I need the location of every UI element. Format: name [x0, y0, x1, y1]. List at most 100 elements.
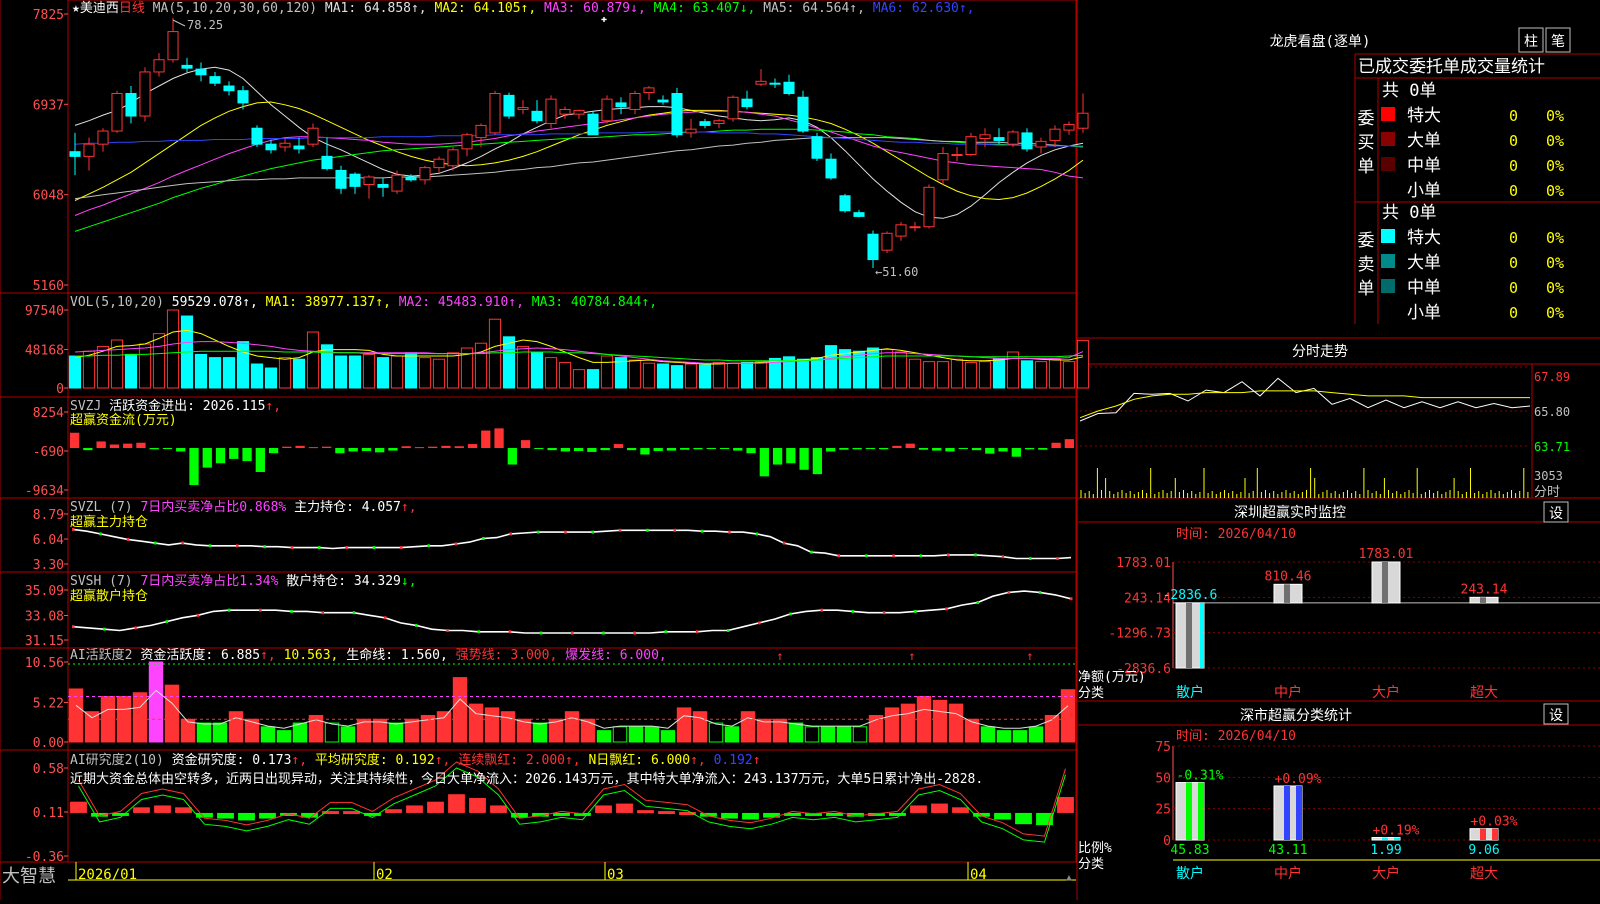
signal-arrow: ↑ [776, 649, 783, 663]
candle-body [531, 110, 543, 122]
x-axis-label: 02 [376, 867, 393, 883]
szcls-category: 中户 [1274, 865, 1302, 882]
volume-bar [908, 358, 922, 389]
szcls-value-label: 1.99 [1370, 843, 1401, 858]
candle-body [391, 174, 403, 192]
lock-icon[interactable]: ▲ [1066, 873, 1072, 883]
main-force-line-dot [1028, 557, 1032, 561]
y-tick-label: 0.58 [33, 762, 64, 777]
candle-body [797, 96, 809, 132]
buy-row-pct: 0% [1546, 107, 1564, 125]
y-tick-label: 0.11 [33, 806, 64, 821]
header-part: 资金研究度: 0.173 [172, 752, 292, 768]
buy-row-count: 0 [1509, 107, 1518, 125]
candle-body [1035, 140, 1047, 148]
retail-line-dot [290, 609, 293, 613]
retail-line-dot [196, 613, 200, 617]
retail-line-dot [602, 631, 605, 635]
buy-swatch [1381, 132, 1395, 146]
volume-bar [152, 333, 166, 389]
header-part: ↑, [435, 753, 458, 768]
header-part: 主力持仓: 4.057 [294, 500, 401, 515]
fund-flow-bar [321, 446, 332, 448]
header-part: 生命线: 1.560, [346, 647, 455, 663]
candle-body [237, 90, 249, 104]
fund-flow-bar [573, 447, 584, 452]
main-force-line-dot [892, 554, 895, 558]
volume-bar [852, 350, 866, 389]
activity-bar [820, 726, 836, 743]
szcls-bar-core [1284, 785, 1290, 840]
candle-body [629, 93, 641, 110]
fund-flow-bar [613, 444, 624, 448]
header-part: MA5: 64.564↑, [763, 1, 873, 16]
volume-bar [222, 357, 236, 389]
header-part: MA2: 64.105↑, [434, 1, 544, 16]
retail-line-dot [539, 631, 543, 635]
activity-bar [132, 692, 148, 743]
fund-flow-bar [401, 446, 411, 448]
candle-body [335, 169, 347, 189]
header-part: SVZJ [70, 399, 109, 414]
fund-flow-bar [441, 445, 451, 448]
fund-flow-bar [242, 447, 252, 462]
volume-bar [362, 353, 376, 389]
fund-flow-bar [666, 447, 677, 451]
sell-row-name: 小单 [1407, 303, 1441, 323]
y-tick-label: -690 [33, 445, 64, 460]
activity-bar [644, 726, 660, 743]
candle-body [895, 224, 907, 237]
header-part: 美迪西 [80, 1, 119, 16]
main-chart-svg[interactable]: 7825 6937 6048 5160 78.25 ←51.60 ★美迪西日线 MA(5,1… [0, 0, 1600, 900]
szmon-y-tick: -1296.73 [1108, 627, 1171, 642]
sell-swatch [1381, 254, 1395, 268]
candle-body [643, 87, 655, 94]
main-force-line-dot [290, 546, 294, 550]
fund-flow-bar [348, 447, 358, 452]
fund-flow-bar [428, 446, 438, 448]
szcls-xlabel: 分类 [1078, 857, 1104, 872]
research-bar [175, 807, 192, 813]
header-part: MA2: 45483.910↑, [399, 295, 532, 310]
main-force-line-dot [509, 532, 512, 536]
szmon-bar-label: -2836.6 [1163, 588, 1218, 603]
research-bar [238, 812, 255, 821]
fund-flow-bar [600, 447, 610, 451]
activity-bar [260, 726, 276, 743]
volume-bar [922, 361, 936, 389]
volume-bar [628, 359, 642, 389]
fund-flow-bar [839, 447, 849, 450]
research-bar [385, 809, 402, 813]
ai-activity-header: AI活跃度2 资金活跃度: 6.885↑, 10.563, 生命线: 1.560… [70, 647, 667, 663]
candle-body [937, 153, 949, 181]
szmon-category: 中户 [1274, 684, 1302, 701]
candle-body [83, 143, 95, 157]
main-force-line-dot [208, 544, 212, 548]
main-force-line-dot [99, 532, 102, 536]
header-part: MA1: 38977.137↑, [266, 295, 399, 310]
volume-bar [740, 361, 754, 389]
longhu-tabs: 已成交委托单成交量统计 [1358, 57, 1545, 77]
retail-line-dot [165, 620, 169, 624]
candle-body [433, 158, 445, 169]
fund-flow-bar [879, 447, 889, 450]
research-bar [553, 812, 570, 816]
main-force-line-dot [1001, 555, 1005, 559]
volume-bar [936, 361, 950, 389]
fund-flow-bar [454, 446, 464, 448]
activity-bar [1060, 689, 1076, 743]
sell-row-name: 特大 [1407, 228, 1441, 248]
szmon-y-tick: 1783.01 [1116, 556, 1171, 571]
retail-line-dot [352, 611, 356, 615]
volume-bar [1062, 361, 1076, 389]
activity-bar [980, 726, 996, 743]
research-bar [763, 812, 780, 818]
header-part: 爆发线: 6.000, [565, 647, 667, 663]
buy-row-count: 0 [1509, 132, 1518, 150]
retail-line-dot [134, 626, 137, 630]
y-tick-label: 3.30 [33, 558, 64, 573]
candle-body [377, 184, 389, 188]
candle-body [811, 136, 823, 159]
research-bar [469, 797, 486, 813]
research-commentary: 近期大资金总体由空转多，近两日出现异动，关注其持续性，今日大单净流入：2026.… [70, 771, 983, 787]
